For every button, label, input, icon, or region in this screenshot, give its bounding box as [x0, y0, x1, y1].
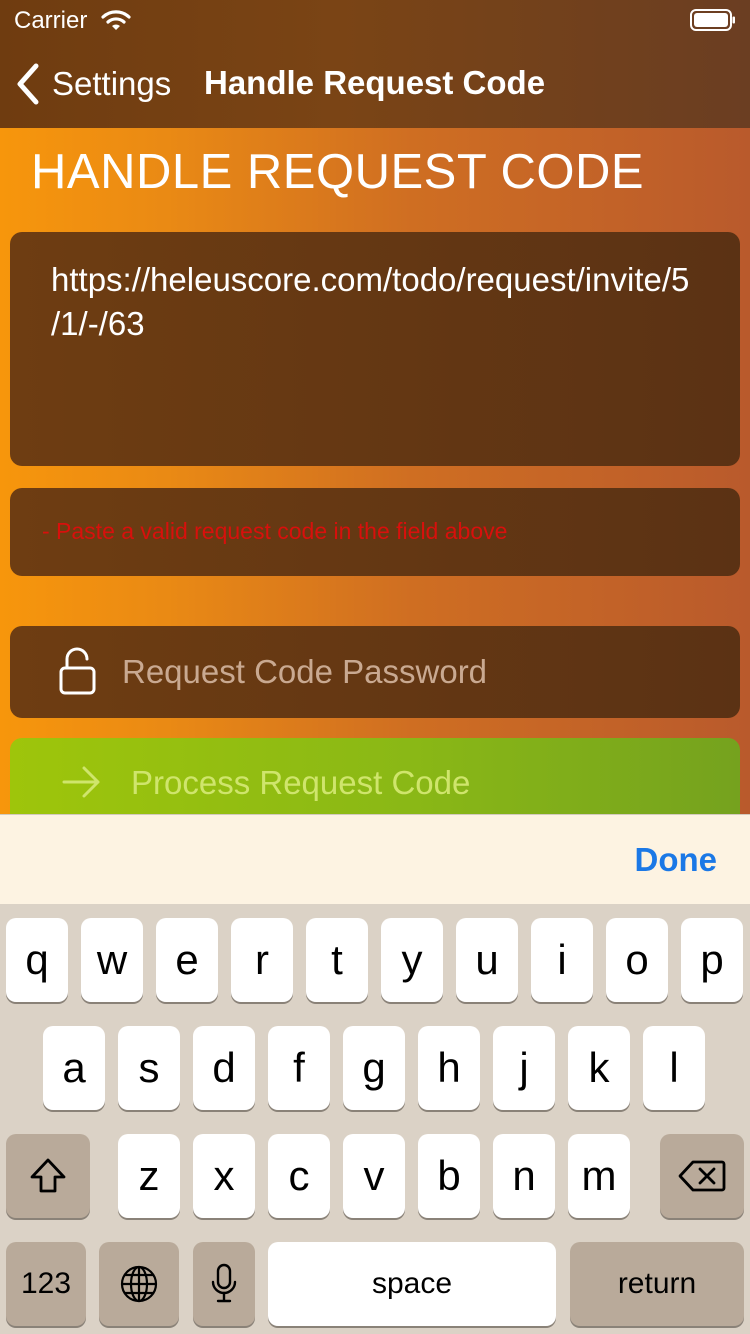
key-l[interactable]: l [643, 1026, 705, 1110]
key-m[interactable]: m [568, 1134, 630, 1218]
key-b[interactable]: b [418, 1134, 480, 1218]
arrow-right-icon [62, 766, 100, 798]
keyboard-accessory-bar: Done [0, 814, 750, 904]
key-r[interactable]: r [231, 918, 293, 1002]
request-code-password-input[interactable] [122, 646, 722, 698]
key-t[interactable]: t [306, 918, 368, 1002]
header: Carrier Settings Handle Request Code [0, 0, 750, 128]
return-key[interactable]: return [570, 1242, 744, 1326]
error-message: - Paste a valid request code in the fiel… [42, 518, 508, 544]
error-message-box: - Paste a valid request code in the fiel… [10, 488, 740, 576]
key-h[interactable]: h [418, 1026, 480, 1110]
status-bar: Carrier [0, 0, 750, 40]
lock-icon [59, 647, 96, 695]
done-button[interactable]: Done [635, 841, 718, 879]
request-code-field[interactable]: https://heleuscore.com/todo/request/invi… [10, 232, 740, 466]
space-key[interactable]: space [268, 1242, 556, 1326]
numbers-key[interactable]: 123 [6, 1242, 86, 1326]
page-heading: HANDLE REQUEST CODE [31, 145, 645, 199]
battery-icon [690, 9, 735, 31]
key-z[interactable]: z [118, 1134, 180, 1218]
key-s[interactable]: s [118, 1026, 180, 1110]
key-i[interactable]: i [531, 918, 593, 1002]
dictation-key[interactable] [193, 1242, 255, 1326]
process-button-label: Process Request Code [131, 764, 471, 801]
backspace-key[interactable] [660, 1134, 744, 1218]
nav-title: Handle Request Code [204, 64, 546, 101]
key-g[interactable]: g [343, 1026, 405, 1110]
backspace-icon [678, 1160, 726, 1192]
key-p[interactable]: p [681, 918, 743, 1002]
key-v[interactable]: v [343, 1134, 405, 1218]
password-field-container[interactable] [10, 626, 740, 718]
carrier-label: Carrier [14, 7, 88, 34]
screen: Carrier Settings Handle Request Code HAN… [0, 0, 750, 1334]
content-area: HANDLE REQUEST CODE https://heleuscore.c… [0, 128, 750, 828]
key-w[interactable]: w [81, 918, 143, 1002]
key-j[interactable]: j [493, 1026, 555, 1110]
globe-icon [120, 1265, 158, 1303]
key-e[interactable]: e [156, 918, 218, 1002]
key-y[interactable]: y [381, 918, 443, 1002]
key-f[interactable]: f [268, 1026, 330, 1110]
shift-key[interactable] [6, 1134, 90, 1218]
key-k[interactable]: k [568, 1026, 630, 1110]
keyboard: q w e r t y u i o p a s d f g h j k l z … [0, 904, 750, 1334]
navigation-bar: Settings Handle Request Code [0, 40, 750, 128]
key-a[interactable]: a [43, 1026, 105, 1110]
key-c[interactable]: c [268, 1134, 330, 1218]
back-label: Settings [52, 65, 172, 102]
back-button[interactable]: Settings [14, 60, 171, 108]
key-n[interactable]: n [493, 1134, 555, 1218]
globe-key[interactable] [99, 1242, 179, 1326]
key-q[interactable]: q [6, 918, 68, 1002]
back-chevron-icon [17, 63, 39, 105]
shift-icon [30, 1158, 66, 1193]
key-x[interactable]: x [193, 1134, 255, 1218]
wifi-icon [101, 10, 131, 30]
request-code-text[interactable]: https://heleuscore.com/todo/request/invi… [51, 258, 691, 346]
key-d[interactable]: d [193, 1026, 255, 1110]
key-o[interactable]: o [606, 918, 668, 1002]
key-u[interactable]: u [456, 918, 518, 1002]
microphone-icon [211, 1263, 237, 1303]
